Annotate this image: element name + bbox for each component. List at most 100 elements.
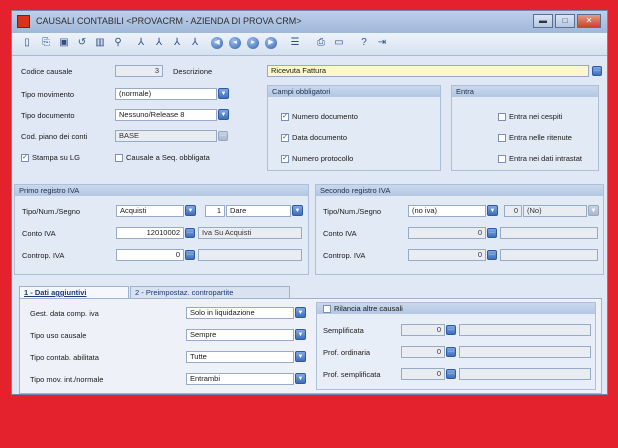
last-record-icon[interactable]: ▶ (265, 37, 277, 49)
primo-tipo-dropdown[interactable]: ▼ (185, 205, 196, 216)
cod-piano-conti-lookup-button[interactable]: ··· (218, 131, 228, 141)
prof-ordinaria-field[interactable]: 0 (401, 346, 445, 358)
tipo-documento-dropdown[interactable]: ▼ (218, 109, 229, 120)
cod-piano-conti-field[interactable]: BASE (115, 130, 217, 142)
tipo-contab-abilitata-label: Tipo contab. abilitata (30, 353, 99, 362)
primo-controp-iva-lookup-button[interactable]: ··· (185, 250, 195, 260)
primo-tipo-label: Tipo/Num./Segno (22, 207, 81, 216)
data-documento-checkbox[interactable]: ✓ (281, 134, 289, 142)
new-document-icon[interactable]: ▯ (20, 36, 34, 50)
tipo-mov-int-normale-dropdown[interactable]: ▼ (295, 373, 306, 384)
campi-obbligatori-title: Campi obbligatori (272, 87, 331, 96)
causale-seq-label: Causale a Seq. obbligata (126, 153, 210, 162)
gest-data-comp-iva-select[interactable]: Solo in liquidazione (186, 307, 294, 319)
tipo-documento-select[interactable]: Nessuno/Release 8 (115, 109, 217, 121)
search-icon[interactable]: ⚲ (111, 36, 125, 50)
primo-registro-iva-group: Primo registro IVA Tipo/Num./Segno Acqui… (14, 184, 309, 275)
prof-ordinaria-description (459, 346, 591, 358)
print-icon[interactable]: ⎙ (314, 36, 328, 50)
secondo-tipo-label: Tipo/Num./Segno (323, 207, 382, 216)
tipo-mov-int-normale-select[interactable]: Entrambi (186, 373, 294, 385)
maximize-button[interactable]: □ (555, 14, 575, 28)
entra-intrastat-checkbox[interactable] (498, 155, 506, 163)
numero-documento-label: Numero documento (292, 112, 358, 121)
filter-clear-icon[interactable]: ⅄ (188, 36, 202, 50)
campi-obbligatori-header: Campi obbligatori (268, 86, 440, 97)
next-record-icon[interactable]: ▸ (247, 37, 259, 49)
primo-num-field[interactable]: 1 (205, 205, 225, 217)
descrizione-lookup-button[interactable]: ··· (592, 66, 602, 76)
codice-causale-field[interactable]: 3 (115, 65, 163, 77)
primo-tipo-select[interactable]: Acquisti (116, 205, 184, 217)
codice-causale-label: Codice causale (21, 67, 73, 76)
delete-icon[interactable]: ▥ (93, 36, 107, 50)
tipo-contab-abilitata-dropdown[interactable]: ▼ (295, 351, 306, 362)
stampa-lg-checkbox[interactable]: ✓ (21, 154, 29, 162)
primo-conto-iva-field[interactable]: 12010002 (116, 227, 184, 239)
causale-seq-checkbox[interactable] (115, 154, 123, 162)
list-view-icon[interactable]: ☰ (288, 36, 302, 50)
causali-contabili-window: CAUSALI CONTABILI <PROVACRM - AZIENDA DI… (11, 10, 608, 395)
tipo-uso-causale-dropdown[interactable]: ▼ (295, 329, 306, 340)
prof-ordinaria-lookup-button[interactable]: ··· (446, 347, 456, 357)
descrizione-label: Descrizione (173, 67, 213, 76)
secondo-conto-iva-lookup-button[interactable]: ··· (487, 228, 497, 238)
primo-registro-title: Primo registro IVA (19, 186, 80, 195)
secondo-controp-iva-lookup-button[interactable]: ··· (487, 250, 497, 260)
primo-segno-select[interactable]: Dare (226, 205, 291, 217)
filter-add-icon[interactable]: ⅄ (152, 36, 166, 50)
tipo-mov-int-normale-label: Tipo mov. int./normale (30, 375, 104, 384)
prof-semplificata-lookup-button[interactable]: ··· (446, 369, 456, 379)
secondo-tipo-select[interactable]: (no iva) (408, 205, 486, 217)
entra-intrastat-label: Entra nei dati intrastat (509, 154, 582, 163)
secondo-tipo-dropdown[interactable]: ▼ (487, 205, 498, 216)
entra-cespiti-checkbox[interactable] (498, 113, 506, 121)
copy-icon[interactable]: ⎘ (39, 36, 53, 50)
entra-cespiti-label: Entra nei cespiti (509, 112, 563, 121)
undo-icon[interactable]: ↺ (75, 36, 89, 50)
semplificata-field[interactable]: 0 (401, 324, 445, 336)
entra-ritenute-checkbox[interactable] (498, 134, 506, 142)
minimize-button[interactable]: ▬ (533, 14, 553, 28)
numero-protocollo-checkbox[interactable]: ✓ (281, 155, 289, 163)
toolbar: ▯ ⎘ ▣ ↺ ▥ ⚲ ⅄ ⅄ ⅄ ⅄ ◀ ◂ ▸ ▶ ☰ ⎙ ▭? ⇥ (12, 33, 607, 56)
semplificata-label: Semplificata (323, 326, 364, 335)
prof-semplificata-field[interactable]: 0 (401, 368, 445, 380)
primo-controp-iva-description (198, 249, 302, 261)
secondo-num-field[interactable]: 0 (504, 205, 522, 217)
tipo-movimento-dropdown[interactable]: ▼ (218, 88, 229, 99)
tipo-contab-abilitata-select[interactable]: Tutte (186, 351, 294, 363)
secondo-registro-iva-group: Secondo registro IVA Tipo/Num./Segno (no… (315, 184, 604, 275)
tipo-movimento-select[interactable]: (normale) (115, 88, 217, 100)
primo-controp-iva-label: Controp. IVA (22, 251, 65, 260)
numero-documento-checkbox[interactable]: ✓ (281, 113, 289, 121)
gest-data-comp-iva-label: Gest. data comp. iva (30, 309, 99, 318)
rilancia-altre-causali-checkbox[interactable] (323, 305, 331, 313)
window-title: CAUSALI CONTABILI <PROVACRM - AZIENDA DI… (36, 16, 302, 26)
data-documento-label: Data documento (292, 133, 348, 142)
exit-icon[interactable]: ⇥ (375, 36, 389, 50)
preview-icon[interactable]: ▭ (332, 36, 346, 50)
secondo-conto-iva-field[interactable]: 0 (408, 227, 486, 239)
help-icon[interactable]: ? (357, 36, 371, 50)
previous-record-icon[interactable]: ◂ (229, 37, 241, 49)
semplificata-lookup-button[interactable]: ··· (446, 325, 456, 335)
secondo-controp-iva-field[interactable]: 0 (408, 249, 486, 261)
descrizione-field[interactable]: Ricevuta Fattura (267, 65, 589, 77)
gest-data-comp-iva-dropdown[interactable]: ▼ (295, 307, 306, 318)
save-icon[interactable]: ▣ (57, 36, 71, 50)
first-record-icon[interactable]: ◀ (211, 37, 223, 49)
primo-controp-iva-field[interactable]: 0 (116, 249, 184, 261)
secondo-segno-select[interactable]: (No) (523, 205, 587, 217)
filter-next-icon[interactable]: ⅄ (170, 36, 184, 50)
tipo-uso-causale-select[interactable]: Sempre (186, 329, 294, 341)
secondo-conto-iva-label: Conto IVA (323, 229, 357, 238)
secondo-segno-dropdown[interactable]: ▼ (588, 205, 599, 216)
entra-ritenute-label: Entra nelle ritenute (509, 133, 572, 142)
filter-icon[interactable]: ⅄ (134, 36, 148, 50)
semplificata-description (459, 324, 591, 336)
primo-conto-iva-lookup-button[interactable]: ··· (185, 228, 195, 238)
entra-header: Entra (452, 86, 598, 97)
close-button[interactable]: ✕ (577, 14, 601, 28)
primo-segno-dropdown[interactable]: ▼ (292, 205, 303, 216)
